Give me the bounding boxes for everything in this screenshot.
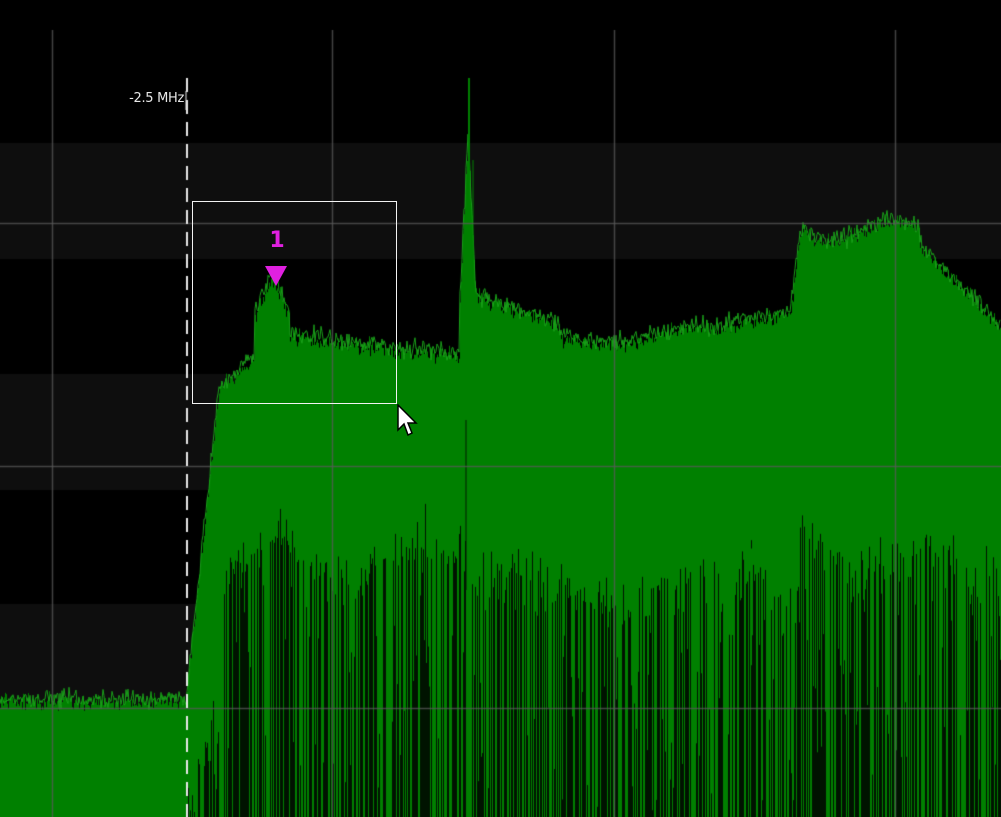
spectrum-trace-plot[interactable]: [0, 0, 1001, 817]
marker-triangle-icon[interactable]: [265, 266, 287, 286]
spectrum-analyzer-view[interactable]: -2.5 MHz 1: [0, 0, 1001, 817]
mouse-pointer-icon: [397, 404, 418, 437]
frequency-line-label: -2.5 MHz: [129, 91, 184, 106]
zoom-selection-box[interactable]: [192, 201, 397, 404]
marker-number-label[interactable]: 1: [268, 230, 286, 252]
